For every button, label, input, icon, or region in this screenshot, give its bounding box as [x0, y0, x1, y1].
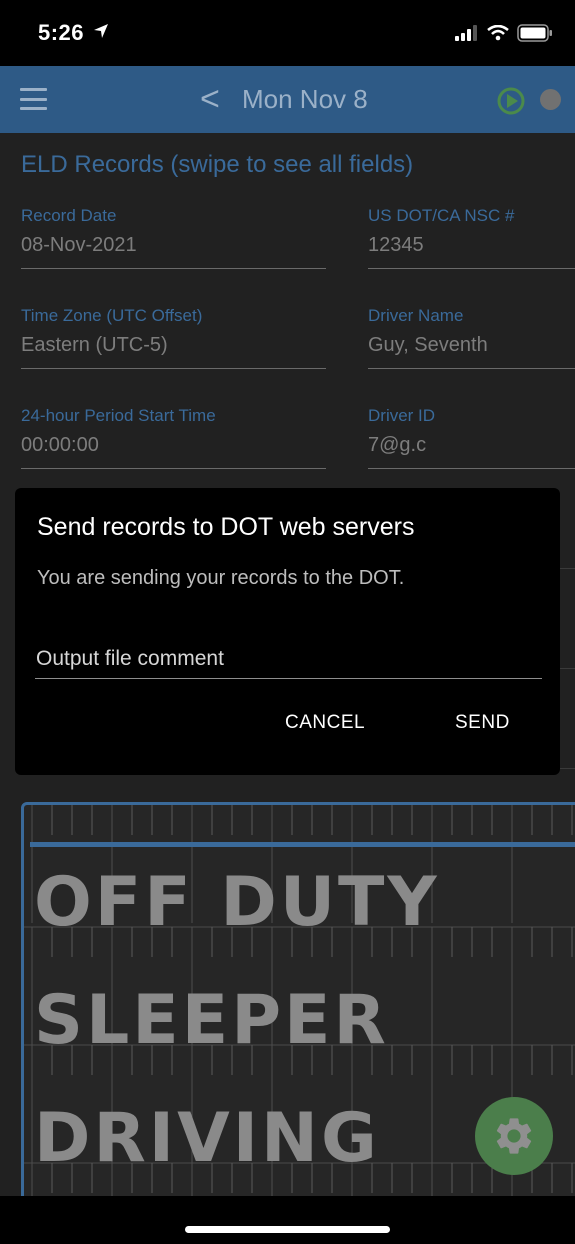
navbar: < Mon Nov 8: [0, 66, 575, 133]
settings-button[interactable]: [475, 1097, 553, 1175]
field-value: 12345: [368, 234, 424, 256]
field-value: 08-Nov-2021: [21, 234, 137, 256]
field-value: Eastern (UTC-5): [21, 334, 168, 356]
field-value: 00:00:00: [21, 434, 99, 456]
field-label: 24-hour Period Start Time: [21, 406, 216, 425]
field-value: Guy, Seventh: [368, 334, 488, 356]
status-time: 5:26: [38, 20, 109, 46]
field-period-start[interactable]: 24-hour Period Start Time 00:00:00: [21, 406, 326, 469]
dialog-message: You are sending your records to the DOT.: [37, 567, 405, 589]
record-status-dot[interactable]: [540, 89, 561, 110]
wifi-icon: [487, 25, 509, 41]
field-underline: [21, 468, 326, 469]
output-file-comment-input[interactable]: [35, 640, 542, 679]
send-records-dialog: Send records to DOT web servers You are …: [15, 488, 560, 775]
home-indicator[interactable]: [185, 1226, 390, 1233]
location-arrow-icon: [93, 24, 108, 38]
back-button[interactable]: <: [200, 80, 220, 118]
battery-icon: [517, 24, 552, 42]
section-title: ELD Records (swipe to see all fields): [21, 151, 414, 178]
field-underline: [21, 368, 326, 369]
signal-icon: [455, 25, 477, 41]
status-time-text: 5:26: [38, 20, 85, 45]
field-underline: [21, 268, 326, 269]
play-status-icon[interactable]: [496, 86, 526, 116]
graph-top-bar: [30, 842, 575, 847]
field-underline: [368, 368, 575, 369]
field-label: Driver Name: [368, 306, 464, 325]
field-us-dot[interactable]: US DOT/CA NSC # 12345: [368, 206, 575, 269]
gear-icon: [496, 1118, 532, 1154]
hamburger-menu-icon[interactable]: [20, 88, 47, 110]
field-label: Record Date: [21, 206, 117, 225]
graph-row-label: OFF DUTY: [34, 863, 440, 942]
field-driver-id[interactable]: Driver ID 7@g.c: [368, 406, 575, 469]
field-label: US DOT/CA NSC #: [368, 206, 515, 225]
field-value: 7@g.c: [368, 434, 427, 456]
field-label: Driver ID: [368, 406, 436, 425]
graph-row-label: SLEEPER: [34, 981, 389, 1060]
field-time-zone[interactable]: Time Zone (UTC Offset) Eastern (UTC-5): [21, 306, 326, 369]
home-indicator-area: [0, 1196, 575, 1244]
field-record-date[interactable]: Record Date 08-Nov-2021: [21, 206, 326, 269]
cancel-button[interactable]: CANCEL: [285, 712, 365, 734]
status-icons: [455, 24, 553, 42]
nav-title: Mon Nov 8: [242, 84, 368, 114]
status-bar: 5:26: [0, 0, 575, 66]
field-underline: [368, 268, 575, 269]
field-label: Time Zone (UTC Offset): [21, 306, 203, 325]
field-underline: [368, 468, 575, 469]
send-button[interactable]: SEND: [455, 712, 510, 734]
dialog-title: Send records to DOT web servers: [37, 513, 415, 541]
field-driver-name[interactable]: Driver Name Guy, Seventh: [368, 306, 575, 369]
graph-row-label: DRIVING: [34, 1099, 380, 1178]
